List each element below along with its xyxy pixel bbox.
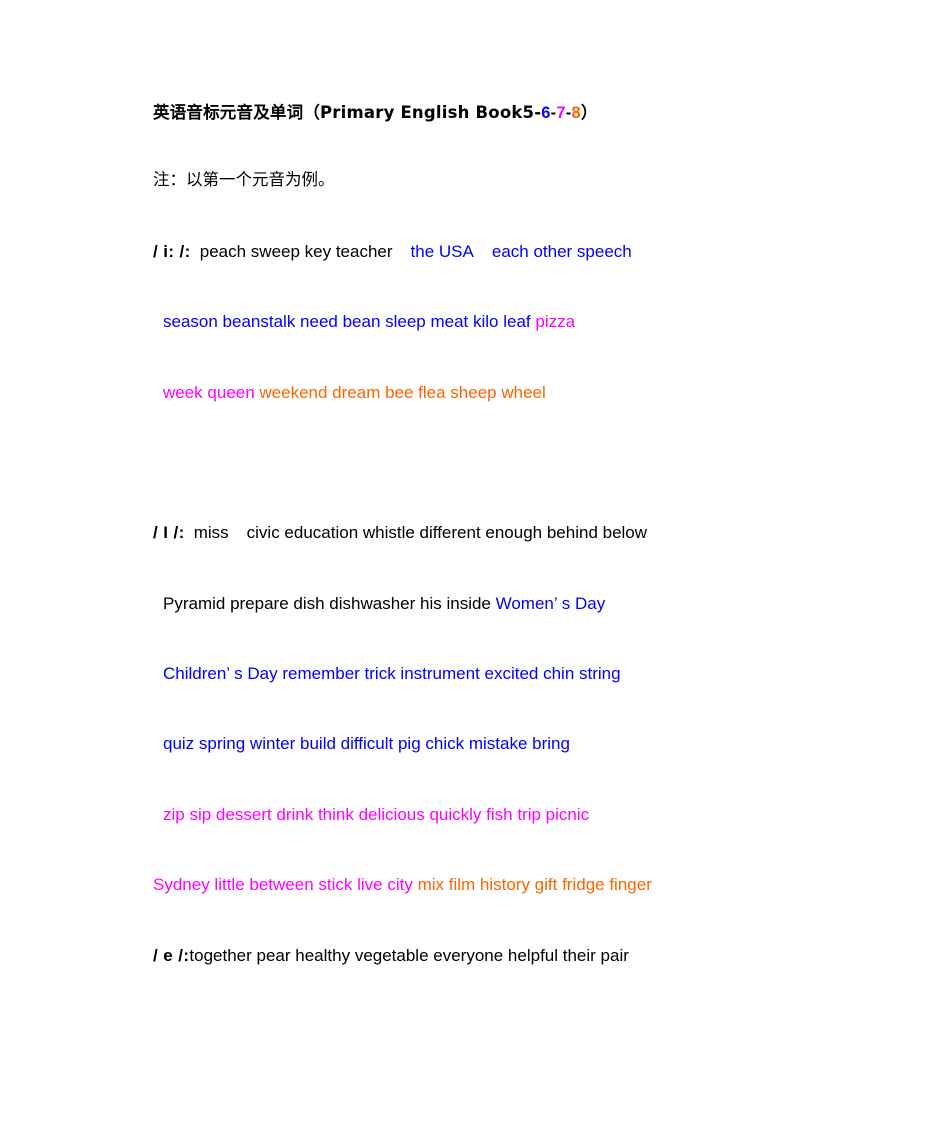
word-run: weekend dream bee flea sheep wheel [259, 383, 546, 402]
word-run: miss [193, 523, 229, 542]
ipa-symbol-e: / e /: [153, 946, 190, 965]
page-title-cjk: 英语音标元音及单词 [153, 103, 304, 122]
word-run: Children’ s Day remember trick instrumen… [163, 664, 621, 683]
ipa-symbol-i-short: / I /: [153, 523, 185, 542]
word-run: together pear healthy vegetable everyone… [189, 946, 629, 965]
word-run: pizza [535, 312, 576, 331]
vowel-line-i-short-3: Children’ s Day remember trick instrumen… [163, 664, 621, 684]
vowel-line-i-long-1: / i: /: peach sweep key teacher the USA eac… [153, 242, 632, 262]
document-page: 英语音标元音及单词（Primary English Book5-6-7-8） 注… [0, 0, 945, 1123]
vowel-line-i-short-1: / I /: miss civic education whistle differ… [153, 523, 648, 543]
page-title-paren-open: （Primary English Book5- [303, 103, 542, 122]
page-title-paren-close: ） [580, 103, 598, 122]
word-run: quiz spring winter build difficult pig c… [163, 734, 570, 753]
ipa-symbol-i-long: / i: /: [153, 242, 191, 261]
page-title: 英语音标元音及单词（Primary English Book5-6-7-8） [153, 99, 598, 123]
vowel-line-i-short-5: zip sip dessert drink think delicious qu… [163, 805, 590, 825]
page-title-book-6: 6 [541, 104, 551, 122]
page-title-book-8: 8 [571, 104, 581, 122]
vowel-line-i-short-4: quiz spring winter build difficult pig c… [163, 734, 570, 754]
word-run: Women’ s Day [495, 594, 606, 613]
word-run: civic education whistle different enough… [246, 523, 648, 542]
word-run: Sydney little between stick live city [153, 875, 418, 894]
word-run: mix film history gift fridge finger [417, 875, 652, 894]
word-run: week queen [163, 383, 260, 402]
word-run: zip sip dessert drink think delicious qu… [163, 805, 590, 824]
vowel-line-i-short-6: Sydney little between stick live city mi… [153, 875, 652, 895]
note-line: 注：以第一个元音为例。 [153, 170, 335, 189]
word-run: each other speech [491, 242, 632, 261]
vowel-line-i-long-2: season beanstalk need bean sleep meat ki… [163, 312, 576, 332]
word-run: Pyramid prepare dish dishwasher his insi… [163, 594, 496, 613]
page-title-book-7: 7 [556, 104, 566, 122]
vowel-line-i-long-3: week queen weekend dream bee flea sheep … [163, 383, 546, 403]
vowel-line-i-short-2: Pyramid prepare dish dishwasher his insi… [163, 594, 606, 614]
word-run: season beanstalk need bean sleep meat ki… [163, 312, 536, 331]
word-run: peach sweep key teacher [199, 242, 393, 261]
word-run: the USA [410, 242, 474, 261]
vowel-line-e-1: / e /:together pear healthy vegetable ev… [153, 946, 629, 966]
